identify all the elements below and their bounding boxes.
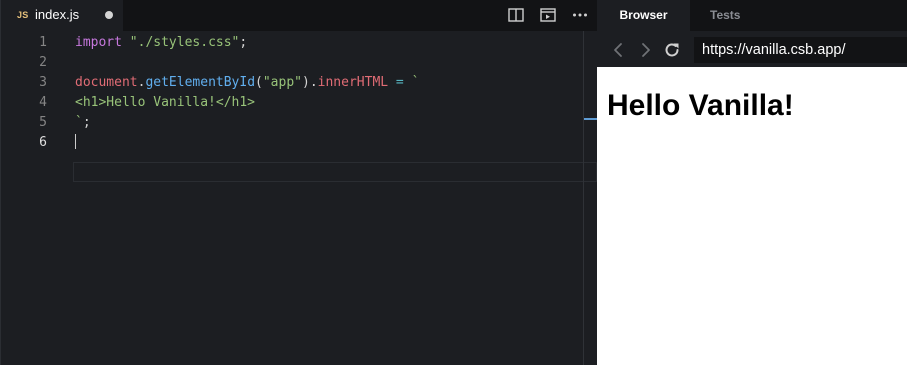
line-number: 6 (39, 135, 47, 150)
more-options-icon[interactable] (571, 7, 589, 23)
scrollbar-cursor-marker (584, 118, 597, 120)
code-line: 5 `; (1, 113, 596, 133)
page-heading: Hello Vanilla! (607, 89, 794, 122)
punctuation-token: ; (82, 115, 91, 130)
string-token: "./styles.css" (129, 35, 240, 50)
string-token: "app" (262, 75, 302, 90)
code-line: 1 import "./styles.css"; (1, 33, 596, 53)
reload-icon[interactable] (663, 41, 681, 59)
template-token: ` (75, 115, 83, 130)
line-number: 2 (39, 55, 47, 70)
back-icon[interactable] (611, 42, 627, 58)
identifier-token: document (75, 75, 138, 90)
code-line: 6 (1, 133, 596, 153)
punctuation-token: ). (302, 75, 318, 90)
template-string-token: <h1>Hello Vanilla!</h1> (75, 95, 256, 110)
punctuation-token: ; (239, 35, 248, 50)
text-cursor (75, 134, 76, 149)
url-input[interactable] (694, 37, 907, 63)
code-line-content: `; (75, 113, 91, 133)
forward-icon[interactable] (637, 42, 653, 58)
line-number: 3 (39, 75, 47, 90)
code-line: 2 (1, 53, 596, 73)
code-line-content: document.getElementById("app").innerHTML… (75, 73, 419, 93)
line-number: 1 (39, 35, 47, 50)
browser-tab-bar: Browser Tests (597, 0, 907, 31)
file-tab-index-js[interactable]: JS index.js (1, 0, 123, 31)
js-file-icon: JS (17, 10, 29, 20)
code-area[interactable]: 1 import "./styles.css"; 2 3 document.ge… (1, 31, 598, 365)
operator-token: = (388, 75, 412, 90)
punctuation-token: ( (255, 75, 263, 90)
function-token: getElementById (145, 75, 256, 90)
property-token: innerHTML (317, 75, 389, 90)
line-number: 5 (39, 115, 47, 130)
unsaved-dot-icon[interactable] (105, 11, 113, 19)
editor-tab-bar: JS index.js (1, 0, 598, 31)
current-line-highlight (73, 162, 597, 182)
keyword-token: import (75, 35, 122, 50)
template-token: ` (411, 75, 420, 90)
line-number: 4 (39, 95, 47, 110)
tab-browser[interactable]: Browser (597, 0, 690, 31)
code-line-content: import "./styles.css"; (75, 33, 247, 53)
code-editor[interactable]: JS index.js 1 import "./styles.css"; 2 3… (0, 0, 598, 365)
open-preview-icon[interactable] (539, 7, 557, 23)
tab-tests[interactable]: Tests (710, 0, 740, 31)
browser-navigation-bar (597, 31, 907, 67)
code-line: 3 document.getElementById("app").innerHT… (1, 73, 596, 93)
browser-viewport: Hello Vanilla! (597, 67, 907, 365)
file-tab-label: index.js (35, 7, 80, 22)
editor-scrollbar[interactable] (583, 31, 584, 365)
browser-panel: Browser Tests Hello Vanilla! (597, 0, 907, 365)
code-line: 4 <h1>Hello Vanilla!</h1> (1, 93, 596, 113)
split-editor-icon[interactable] (507, 7, 525, 23)
